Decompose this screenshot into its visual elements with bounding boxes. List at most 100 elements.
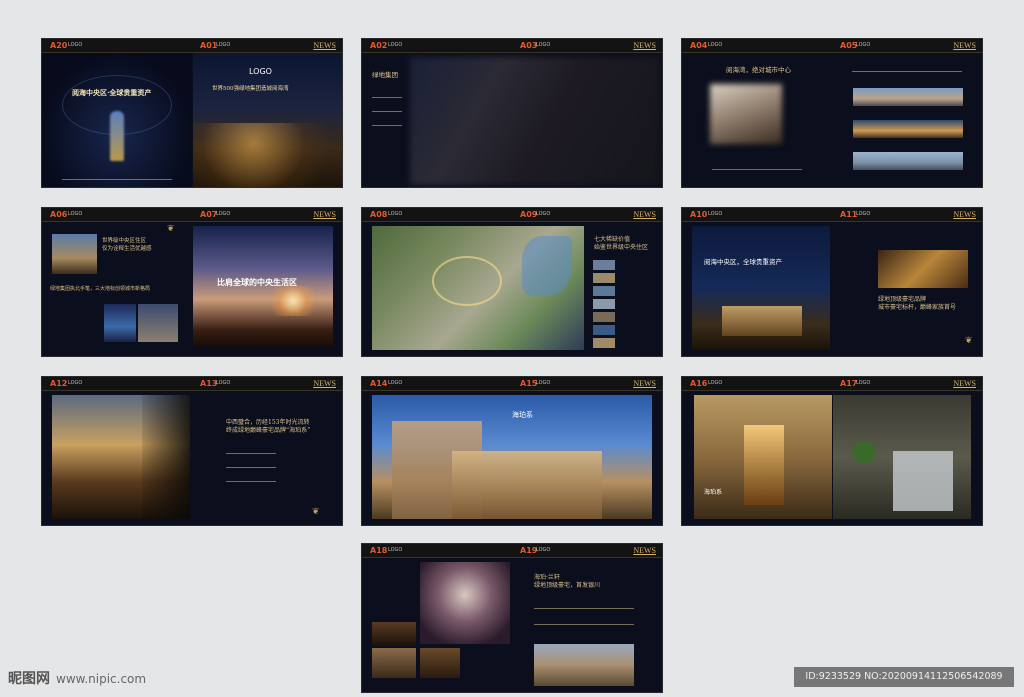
thumb-7	[593, 338, 615, 348]
tower-image	[42, 53, 192, 187]
logo-small: LOGO	[68, 42, 83, 48]
sunset-city-image	[193, 226, 333, 348]
spread-a16-a17[interactable]: A16 LOGO A17 LOGO NEWS 海珀系	[681, 376, 983, 526]
page-number-right: A17	[840, 379, 858, 388]
divider-line	[534, 624, 634, 625]
aerial-photo	[138, 304, 178, 342]
right-headline-1: 绿地顶级豪宅品牌	[878, 296, 927, 303]
european-street-image	[52, 395, 190, 519]
city-photo-1	[853, 88, 963, 106]
page-number-right: A19	[520, 546, 538, 555]
news-mark: NEWS	[633, 210, 656, 219]
divider-line	[712, 169, 802, 170]
page-number-right: A11	[840, 210, 858, 219]
page-number-left: A14	[370, 379, 388, 388]
logo-small: LOGO	[68, 380, 83, 386]
ornament-icon: ❦	[167, 224, 175, 234]
top-bar: A10 LOGO A11 LOGO NEWS	[682, 208, 982, 222]
right-headline-2: 始鉴世界级中央住区	[594, 244, 649, 251]
spread-a12-a13[interactable]: A12 LOGO A13 LOGO NEWS 中西璧合，历经153年时光流转 终…	[41, 376, 343, 526]
thumb-5	[593, 312, 615, 322]
left-headline-2: 仅为诠释生活优越感	[102, 246, 152, 252]
city-photo-2	[853, 120, 963, 138]
city-photo-3	[853, 152, 963, 170]
interior-thumb-3	[420, 648, 460, 678]
news-mark: NEWS	[953, 379, 976, 388]
logo-small: LOGO	[856, 211, 871, 217]
left-headline-3: 绿地集团执北手笔，三大地标创领城市新格局	[50, 286, 151, 292]
top-bar: A04 LOGO A05 LOGO NEWS	[682, 39, 982, 53]
site-name: 昵图网	[8, 671, 50, 687]
left-headline: 绿地集团	[372, 71, 398, 79]
page-number-right: A05	[840, 41, 858, 50]
site-watermark: 昵图网 www.nipic.com	[8, 668, 146, 688]
spread-a18-a19[interactable]: A18 LOGO A19 LOGO NEWS 海珀·兰轩 绿地顶级豪宅，首发银川	[361, 543, 663, 693]
book-photo	[878, 250, 968, 288]
tower-photo	[52, 234, 97, 274]
right-headline-2: 终成绿地巅峰豪宅品牌“海珀系”	[226, 427, 311, 434]
divider-line	[534, 608, 634, 609]
blurred-image	[410, 57, 660, 185]
page-number-right: A13	[200, 379, 218, 388]
thumb-6	[593, 325, 615, 335]
skyscraper-photo	[104, 304, 136, 342]
thumb-2	[593, 273, 615, 283]
logo-small: LOGO	[216, 380, 231, 386]
thumb-1	[593, 260, 615, 270]
top-bar: A08 LOGO A09 LOGO NEWS	[362, 208, 662, 222]
top-bar: A06 LOGO A07 LOGO NEWS	[42, 208, 342, 222]
top-bar: A18 LOGO A19 LOGO NEWS	[362, 544, 662, 558]
spread-a02-a03[interactable]: A02 LOGO A03 LOGO NEWS 绿地集团	[361, 38, 663, 188]
center-title: 海珀系	[512, 411, 533, 419]
logo-small: LOGO	[216, 211, 231, 217]
logo-small: LOGO	[708, 42, 723, 48]
page-number-left: A02	[370, 41, 388, 50]
logo-small: LOGO	[388, 211, 403, 217]
top-bar: A14 LOGO A15 LOGO NEWS	[362, 377, 662, 391]
logo-small: LOGO	[388, 547, 403, 553]
logo-small: LOGO	[708, 380, 723, 386]
page-number-right: A01	[200, 41, 218, 50]
page-number-left: A10	[690, 210, 708, 219]
divider-line	[852, 71, 962, 72]
right-headline-1: 七大稀缺价值	[594, 236, 631, 243]
right-logo: LOGO	[249, 67, 272, 76]
ornament-icon: ❦	[312, 507, 320, 517]
masterplan-aerial	[372, 226, 584, 350]
logo-small: LOGO	[536, 211, 551, 217]
page-number-right: A09	[520, 210, 538, 219]
left-headline: 阅海湾，绝对城市中心	[726, 66, 791, 74]
spread-a20-a01[interactable]: A20 LOGO A01 LOGO NEWS 阅海中央区·全球贵重资产 LOGO…	[41, 38, 343, 188]
garden-image	[833, 395, 971, 519]
top-bar: A16 LOGO A17 LOGO NEWS	[682, 377, 982, 391]
right-headline-1: 海珀·兰轩	[534, 574, 560, 581]
news-mark: NEWS	[633, 546, 656, 555]
spread-a04-a05[interactable]: A04 LOGO A05 LOGO NEWS 阅海湾，绝对城市中心	[681, 38, 983, 188]
right-headline-1: 中西璧合，历经153年时光流转	[226, 419, 310, 426]
left-caption: 海珀系	[704, 489, 723, 496]
logo-small: LOGO	[536, 380, 551, 386]
page-number-right: A07	[200, 210, 218, 219]
news-mark: NEWS	[313, 41, 336, 50]
right-headline: 世界500强绿地集团造城阅海湾	[212, 86, 289, 92]
top-bar: A12 LOGO A13 LOGO NEWS	[42, 377, 342, 391]
divider-line	[226, 467, 276, 468]
spread-a14-a15[interactable]: A14 LOGO A15 LOGO NEWS 海珀系	[361, 376, 663, 526]
news-mark: NEWS	[313, 210, 336, 219]
logo-small: LOGO	[856, 42, 871, 48]
entrance-image	[694, 395, 832, 519]
divider-line	[226, 453, 276, 454]
page-number-left: A16	[690, 379, 708, 388]
news-mark: NEWS	[633, 41, 656, 50]
logo-small: LOGO	[708, 211, 723, 217]
spread-a08-a09[interactable]: A08 LOGO A09 LOGO NEWS 七大稀缺价值 始鉴世界级中央住区	[361, 207, 663, 357]
logo-small: LOGO	[68, 211, 83, 217]
spread-a06-a07[interactable]: A06 LOGO A07 LOGO NEWS 世界级中央区住区 仅为诠释生活优越…	[41, 207, 343, 357]
logo-small: LOGO	[536, 42, 551, 48]
right-headline-2: 绿地顶级豪宅，首发银川	[534, 582, 601, 589]
top-bar: A02 LOGO A03 LOGO NEWS	[362, 39, 662, 53]
spread-a10-a11[interactable]: A10 LOGO A11 LOGO NEWS 阅海中央区，全球贵重资产 绿地顶级…	[681, 207, 983, 357]
logo-small: LOGO	[856, 380, 871, 386]
divider-line	[372, 97, 402, 98]
page-number-left: A06	[50, 210, 68, 219]
